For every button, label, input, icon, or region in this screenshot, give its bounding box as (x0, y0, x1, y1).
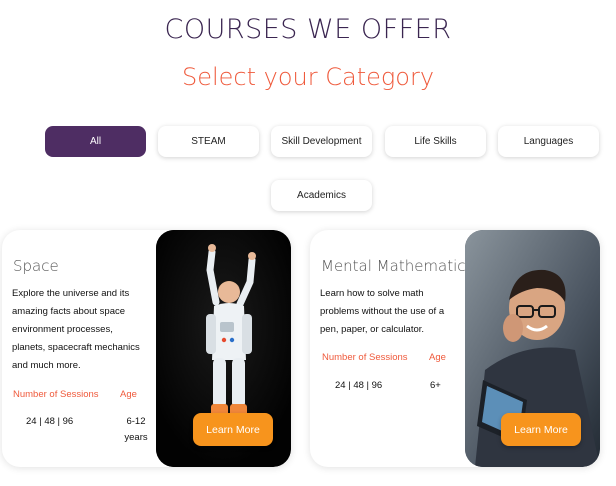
sessions-label: Number of Sessions (13, 389, 99, 400)
course-description: Learn how to solve math problems without… (320, 288, 445, 335)
tab-life-skills[interactable]: Life Skills (385, 126, 486, 157)
age-label: Age (120, 389, 137, 400)
course-card-space: Space Explore the universe and its amazi… (2, 230, 291, 467)
tab-academics[interactable]: Academics (271, 180, 372, 211)
course-card-mental-mathematics: Mental Mathematics Learn how to solve ma… (310, 230, 600, 467)
section-subtitle: Select your Category (181, 63, 435, 91)
tab-all[interactable]: All (45, 126, 146, 157)
age-value: 6+ (430, 380, 441, 391)
course-title: Space (13, 257, 59, 275)
learn-more-button[interactable]: Learn More (501, 413, 581, 446)
course-title: Mental Mathematics (321, 257, 474, 275)
sessions-value: 24 | 48 | 96 (335, 380, 383, 391)
age-label: Age (429, 352, 446, 363)
age-value: 6-12 years (124, 416, 148, 443)
learn-more-button[interactable]: Learn More (193, 413, 273, 446)
tab-languages[interactable]: Languages (498, 126, 599, 157)
sessions-value: 24 | 48 | 96 (26, 416, 74, 427)
section-title: COURSES WE OFFER (164, 14, 452, 45)
tab-skill-development[interactable]: Skill Development (271, 126, 372, 157)
tab-steam[interactable]: STEAM (158, 126, 259, 157)
course-description: Explore the universe and its amazing fac… (12, 288, 140, 371)
sessions-label: Number of Sessions (322, 352, 408, 363)
